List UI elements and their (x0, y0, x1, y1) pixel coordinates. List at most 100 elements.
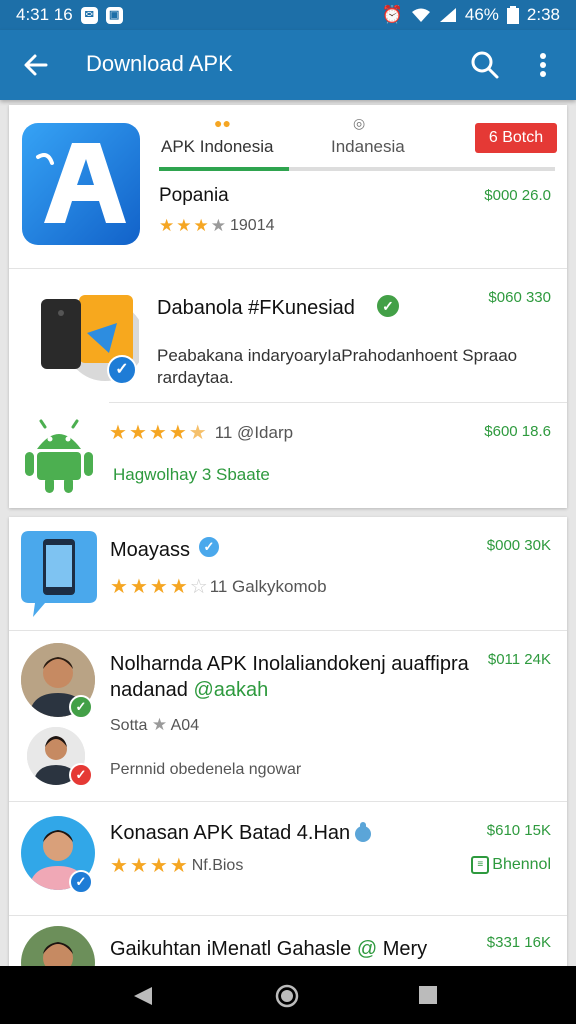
name-text: nadanad (110, 679, 188, 701)
verified-check-icon: ✓ (69, 695, 93, 719)
status-bar: 4:31 16 ✉ ▣ ⏰ 46% 2:38 (0, 0, 576, 30)
rating-score: A04 (170, 717, 200, 734)
star-icon: ★ (149, 576, 168, 598)
star-icon: ★ (149, 855, 168, 877)
star-icon: ★ (128, 422, 147, 444)
badge-icon: ≡ (471, 856, 490, 874)
wifi-icon (411, 8, 430, 22)
item-price: $000 30K (486, 537, 551, 554)
star-icon: ☆ (189, 576, 208, 598)
rating-stars: ★ ★ ★ ★ 19014 (159, 216, 275, 236)
status-time-left: 4:31 16 (16, 5, 73, 24)
more-options-icon[interactable] (530, 48, 556, 82)
star-half-icon: ★ (188, 422, 207, 444)
rating-text: Sotta (110, 717, 148, 734)
name-tail: Mery (382, 938, 428, 960)
featured-app[interactable]: ●● APK Indonesia ◎ Indanesia 6 Botch Pop… (9, 105, 567, 268)
status-badge: ≡ Bhennol (471, 856, 551, 874)
status-time-right: 2:38 (526, 5, 560, 24)
name-tag: @ (356, 938, 378, 960)
name-text: Gaikuhtan iMenatl Gahasle (110, 938, 352, 960)
app-list-card: Moayass ✓ $000 30K ★ ★ ★ ★ ☆ 11 Galkykom… (9, 517, 567, 977)
list-item[interactable]: ✓ Konasan APK Batad 4.Han $610 15K ★ ★ ★… (9, 802, 567, 915)
home-circle-icon[interactable] (275, 984, 299, 1008)
item-price: $331 16K (486, 934, 551, 951)
rating-stars: ★ ★ ★ ★ ☆ 11 Galkykomob (110, 577, 327, 597)
subtitle-text: Hagwolhay 3 Sbaate (113, 465, 270, 484)
item-name-line2: nadanad @aakah (110, 679, 268, 702)
star-icon: ★ (148, 422, 167, 444)
star-icon: ★ (210, 216, 226, 235)
recents-square-icon[interactable] (418, 985, 438, 1005)
battery-percent: 46% (464, 5, 499, 24)
list-item[interactable]: ✓ Dabanola #FKunesiad ✓ $060 330 Peabaka… (9, 269, 567, 402)
star-icon: ★ (168, 422, 187, 444)
star-icon: ★ (110, 576, 128, 598)
item-price: $011 24K (487, 651, 551, 668)
star-icon: ★ (110, 855, 128, 877)
rating-text: Nf.Bios (191, 857, 244, 874)
item-price: $060 330 (488, 289, 551, 306)
star-icon: ★ (129, 576, 148, 598)
list-item[interactable]: ★ ★ ★ ★ ★ 11 @Idarp $600 18.6 Hagwolhay … (9, 403, 567, 508)
app-bar: Download APK (0, 30, 576, 100)
item-rating: Sotta ★ A04 (110, 715, 199, 735)
navigation-bar (0, 966, 576, 1024)
item-name: Konasan APK Batad 4.Han (110, 822, 351, 844)
verified-check-icon: ✓ (375, 293, 401, 319)
star-icon: ★ (129, 855, 148, 877)
star-icon: ★ (169, 576, 188, 598)
item-price: $610 15K (486, 822, 551, 839)
verified-check-icon: ✓ (69, 870, 93, 894)
item-name: Moayass (110, 539, 191, 561)
tab-icon: ◎ (353, 115, 366, 131)
item-description: Peabakana indaryoaryIaPrahodanhoent Spra… (157, 346, 518, 387)
tab-indicator (159, 167, 289, 171)
star-icon: ★ (169, 855, 188, 877)
star-icon: ★ (109, 422, 127, 444)
item-name: Dabanola #FKunesiad (157, 297, 355, 319)
star-icon: ★ (151, 715, 168, 734)
status-icon: ✓ (69, 763, 93, 787)
signal-icon (439, 8, 456, 22)
thumb-icon (355, 822, 371, 842)
rating-stars: ★ ★ ★ ★ Nf.Bios (110, 856, 243, 876)
featured-card: ●● APK Indonesia ◎ Indanesia 6 Botch Pop… (9, 105, 567, 508)
page-title: Download APK (86, 51, 233, 76)
notification-icon: ▣ (105, 6, 123, 24)
badge-label: Bhennol (492, 856, 551, 873)
item-subtitle: Pernnid obedenela ngowar (110, 761, 302, 778)
item-name: Nolharnda APK Inolaliandokenj auaffipra (110, 653, 469, 675)
item-subtitle: Hagwolhay 3 Sbaate (113, 465, 270, 485)
item-price: $600 18.6 (484, 423, 551, 440)
list-item[interactable]: Moayass ✓ $000 30K ★ ★ ★ ★ ☆ 11 Galkykom… (9, 517, 567, 630)
flame-icon: ●● (214, 115, 231, 131)
app-price: $000 26.0 (484, 187, 551, 204)
rating-count: 19014 (230, 217, 275, 234)
item-name: Gaikuhtan iMenatl Gahasle @ Mery (110, 938, 427, 961)
rating-text: 11 Galkykomob (209, 577, 327, 596)
phone-chat-icon (21, 531, 97, 617)
notification-icon: ✉ (80, 6, 98, 24)
star-icon: ★ (193, 216, 209, 235)
verified-check-icon: ✓ (197, 535, 221, 559)
rating-text: 11 @Idarp (214, 423, 294, 442)
app-name: Popania (159, 185, 229, 206)
list-item[interactable]: ✓ ✓ Nolharnda APK Inolaliandokenj auaffi… (9, 631, 567, 801)
android-icon (25, 419, 93, 493)
action-button[interactable]: 6 Botch (475, 123, 557, 153)
star-icon: ★ (159, 216, 175, 235)
battery-icon (506, 6, 519, 24)
tab-label: APK Indonesia (161, 137, 274, 156)
star-icon: ★ (176, 216, 192, 235)
rating-stars: ★ ★ ★ ★ ★ 11 @Idarp (109, 423, 293, 443)
app-logo-icon[interactable] (22, 123, 140, 245)
tab-indicator-track (159, 167, 555, 171)
search-icon[interactable] (468, 48, 502, 82)
name-tag: @aakah (193, 679, 269, 701)
verified-check-icon: ✓ (107, 355, 137, 385)
tab-label: Indanesia (331, 137, 405, 156)
alarm-icon: ⏰ (381, 5, 403, 24)
back-triangle-icon[interactable] (132, 985, 154, 1007)
back-arrow-icon[interactable] (20, 49, 52, 81)
